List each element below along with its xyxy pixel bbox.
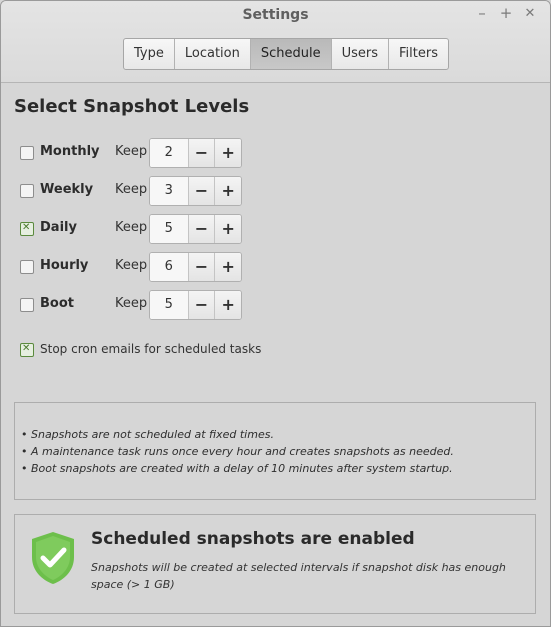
schedule-info-box: • Snapshots are not scheduled at fixed t…: [14, 402, 536, 500]
hourly-label: Hourly: [40, 258, 89, 273]
monthly-checkbox[interactable]: [20, 146, 34, 160]
daily-keep-stepper: 5 − +: [149, 214, 242, 244]
increment-button[interactable]: +: [215, 253, 241, 281]
window-title: Settings: [242, 7, 309, 23]
decrement-button[interactable]: −: [188, 253, 216, 281]
tab-users[interactable]: Users: [332, 39, 389, 69]
decrement-button[interactable]: −: [188, 215, 216, 243]
hourly-keep-stepper: 6 − +: [149, 252, 242, 282]
monthly-keep-stepper: 2 − +: [149, 138, 242, 168]
section-heading: Select Snapshot Levels: [14, 96, 250, 117]
weekly-label: Weekly: [40, 182, 94, 197]
increment-button[interactable]: +: [215, 177, 241, 205]
boot-keep-stepper: 5 − +: [149, 290, 242, 320]
info-line: • A maintenance task runs once every hou…: [21, 445, 454, 458]
level-row-weekly: Weekly Keep 3 − +: [20, 176, 280, 206]
keep-label: Keep: [115, 258, 148, 273]
hourly-checkbox[interactable]: [20, 260, 34, 274]
minimize-icon[interactable]: –: [473, 4, 491, 22]
keep-label: Keep: [115, 220, 148, 235]
decrement-button[interactable]: −: [188, 291, 216, 319]
increment-button[interactable]: +: [215, 215, 241, 243]
weekly-checkbox[interactable]: [20, 184, 34, 198]
status-title: Scheduled snapshots are enabled: [91, 529, 415, 549]
tab-filters[interactable]: Filters: [389, 39, 448, 69]
tab-type[interactable]: Type: [124, 39, 175, 69]
weekly-keep-value[interactable]: 3: [150, 177, 189, 205]
tab-bar: Type Location Schedule Users Filters: [123, 38, 449, 70]
cron-option: Stop cron emails for scheduled tasks: [20, 341, 420, 361]
close-icon[interactable]: ✕: [521, 6, 539, 21]
level-row-boot: Boot Keep 5 − +: [20, 290, 280, 320]
boot-keep-value[interactable]: 5: [150, 291, 189, 319]
weekly-keep-stepper: 3 − +: [149, 176, 242, 206]
decrement-button[interactable]: −: [188, 139, 216, 167]
daily-keep-value[interactable]: 5: [150, 215, 189, 243]
title-bar: Settings – + ✕ Type Location Schedule Us…: [1, 1, 550, 83]
boot-checkbox[interactable]: [20, 298, 34, 312]
keep-label: Keep: [115, 182, 148, 197]
increment-button[interactable]: +: [215, 139, 241, 167]
hourly-keep-value[interactable]: 6: [150, 253, 189, 281]
decrement-button[interactable]: −: [188, 177, 216, 205]
keep-label: Keep: [115, 144, 148, 159]
info-line: • Snapshots are not scheduled at fixed t…: [21, 428, 274, 441]
settings-window: Settings – + ✕ Type Location Schedule Us…: [0, 0, 551, 627]
status-message: Snapshots will be created at selected in…: [91, 561, 506, 591]
tab-schedule[interactable]: Schedule: [250, 39, 332, 69]
daily-checkbox[interactable]: [20, 222, 34, 236]
info-line: • Boot snapshots are created with a dela…: [21, 462, 453, 475]
monthly-label: Monthly: [40, 144, 100, 159]
stop-cron-emails-label: Stop cron emails for scheduled tasks: [40, 342, 262, 356]
maximize-icon[interactable]: +: [497, 4, 515, 22]
level-row-monthly: Monthly Keep 2 − +: [20, 138, 280, 168]
increment-button[interactable]: +: [215, 291, 241, 319]
daily-label: Daily: [40, 220, 77, 235]
level-row-hourly: Hourly Keep 6 − +: [20, 252, 280, 282]
level-row-daily: Daily Keep 5 − +: [20, 214, 280, 244]
shield-check-icon: [32, 532, 74, 584]
stop-cron-emails-checkbox[interactable]: [20, 343, 34, 357]
boot-label: Boot: [40, 296, 74, 311]
tab-location[interactable]: Location: [175, 39, 251, 69]
status-box: Scheduled snapshots are enabled Snapshot…: [14, 514, 536, 614]
keep-label: Keep: [115, 296, 148, 311]
monthly-keep-value[interactable]: 2: [150, 139, 189, 167]
